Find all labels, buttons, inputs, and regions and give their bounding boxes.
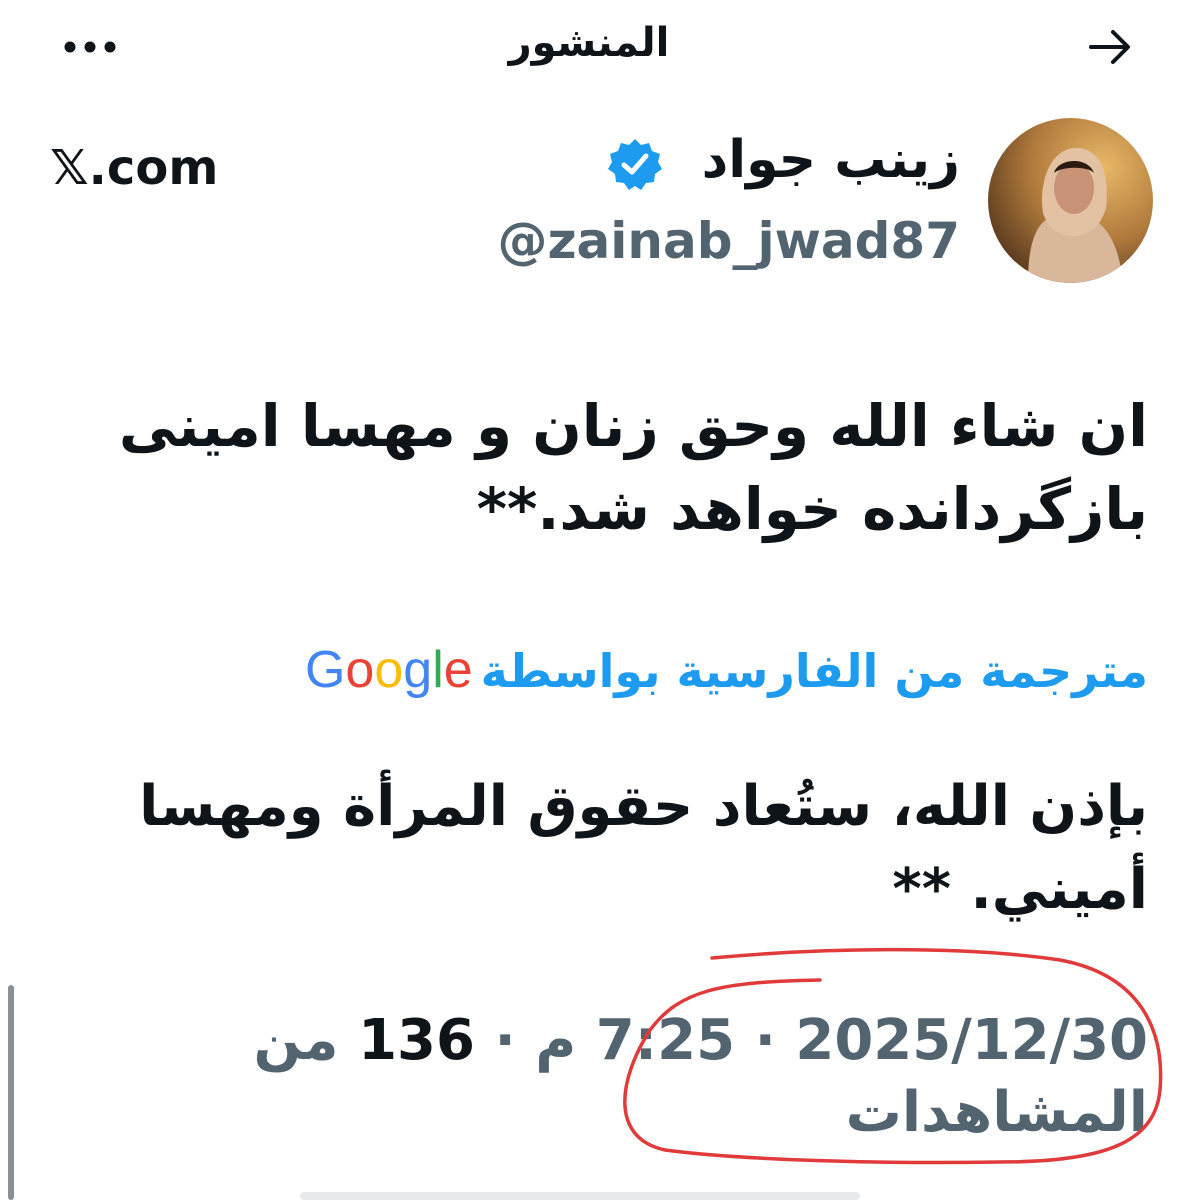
- author-display-name[interactable]: زينب جواد: [702, 130, 960, 190]
- post-text-line: بازگردانده خواهد شد.**: [476, 475, 1148, 543]
- meta-separator: ·: [494, 1008, 516, 1073]
- translation-text-line: بإذن الله، ستُعاد حقوق المرأة ومهسا: [139, 774, 1148, 839]
- translated-by-text: مترجمة من الفارسية بواسطة: [480, 644, 1148, 698]
- watermark-domain: .com: [88, 140, 219, 196]
- post-ampm: م: [535, 1008, 577, 1073]
- author-handle[interactable]: @zainab_jwad87: [497, 212, 960, 270]
- x-logo-icon: 𝕏: [50, 140, 89, 196]
- arrow-right-icon[interactable]: [1085, 22, 1135, 72]
- views-count[interactable]: 136: [358, 1008, 475, 1073]
- google-logo: Google: [304, 641, 473, 699]
- page-title: المنشور: [508, 20, 670, 66]
- post-time: 7:25: [595, 1008, 736, 1073]
- meta-separator: ·: [754, 1008, 776, 1073]
- verified-badge-icon: [608, 139, 662, 190]
- scrollbar[interactable]: [8, 985, 14, 1200]
- top-bar: المنشور: [0, 0, 1178, 100]
- post-text-line: ان شاء الله وحق زنان و مهسا امینی: [118, 392, 1148, 460]
- translated-by-label[interactable]: مترجمة من الفارسية بواسطةGoogle: [305, 640, 1148, 700]
- views-label: المشاهدات: [845, 1080, 1148, 1145]
- translation-text-line: أميني. **: [892, 857, 1148, 922]
- x-com-watermark: 𝕏.com: [50, 140, 218, 196]
- translation-text: بإذن الله، ستُعاد حقوق المرأة ومهسا أمين…: [48, 765, 1148, 931]
- bottom-edge: [300, 1192, 860, 1200]
- post-date: 2025/12/30: [795, 1008, 1148, 1073]
- more-dots-icon[interactable]: [60, 32, 120, 62]
- post-metadata: 2025/12/30 · 7:25 م · 136 من المشاهدات: [148, 1005, 1148, 1149]
- views-label: من: [253, 1008, 339, 1073]
- post-text: ان شاء الله وحق زنان و مهسا امینی بازگرد…: [28, 385, 1148, 551]
- avatar[interactable]: [988, 118, 1153, 283]
